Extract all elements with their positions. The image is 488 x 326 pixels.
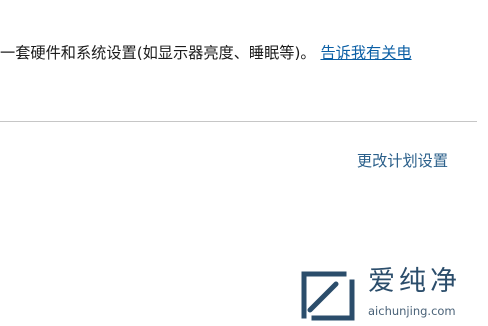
watermark-logo-icon [296,264,360,324]
section-divider [0,121,477,122]
change-plan-settings-link[interactable]: 更改计划设置 [357,150,448,172]
site-watermark: 爱纯净 aichunjing.com [296,264,486,324]
tell-me-more-link[interactable]: 告诉我有关电 [320,44,411,62]
power-plan-description: 一套硬件和系统设置(如显示器亮度、睡眠等)。 告诉我有关电 [0,41,412,65]
power-plan-description-text: 一套硬件和系统设置(如显示器亮度、睡眠等)。 [0,44,316,62]
watermark-url: aichunjing.com [368,304,456,318]
watermark-title: 爱纯净 [368,266,461,297]
